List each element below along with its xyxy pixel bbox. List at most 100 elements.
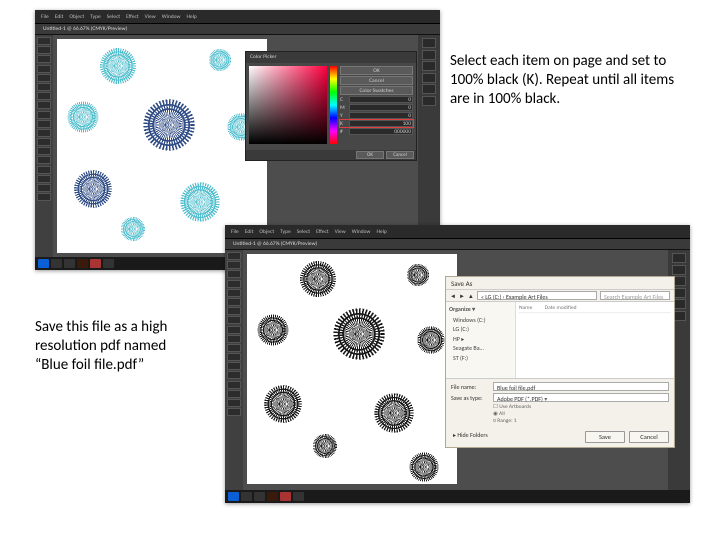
panel-icon[interactable] — [422, 38, 436, 48]
menu-item[interactable]: Window — [162, 14, 181, 20]
column-header[interactable]: Date modified — [545, 305, 577, 311]
swatches-button[interactable]: Color Swatches — [340, 86, 413, 95]
tool-icon[interactable] — [227, 371, 241, 379]
tool-icon[interactable] — [37, 193, 51, 201]
tool-icon[interactable] — [37, 65, 51, 73]
menu-item[interactable]: Type — [90, 14, 101, 20]
start-button[interactable] — [38, 259, 49, 268]
artwork-flower[interactable] — [415, 324, 447, 356]
panel-icon[interactable] — [672, 253, 686, 263]
taskbar-icon[interactable] — [90, 259, 101, 268]
start-button[interactable] — [228, 492, 239, 501]
column-header[interactable]: Name — [519, 305, 532, 311]
search-input[interactable]: Search Example Art Files — [600, 291, 670, 300]
tool-icon[interactable] — [37, 101, 51, 109]
document-tab[interactable]: Untitled-1 @ 66.67% (CMYK/Preview) — [35, 24, 440, 35]
taskbar-icon[interactable] — [254, 492, 265, 501]
tool-icon[interactable] — [37, 83, 51, 91]
sidebar-header[interactable]: Organize ▾ — [449, 305, 512, 313]
panel-icon[interactable] — [422, 96, 436, 106]
artwork-flower[interactable] — [139, 95, 199, 155]
filetype-select[interactable]: Adobe PDF (*.PDF) — [493, 393, 669, 402]
fwd-icon[interactable]: ► — [459, 292, 465, 300]
color-field[interactable] — [249, 66, 327, 144]
up-icon[interactable]: ▲ — [468, 292, 474, 300]
cancel-button[interactable]: Cancel — [386, 151, 414, 159]
y-field[interactable]: 0 — [349, 112, 413, 119]
sidebar-item[interactable]: LG (C:) — [449, 325, 512, 333]
menu-item[interactable]: Edit — [55, 14, 64, 20]
ok-button[interactable]: OK — [340, 66, 413, 75]
menu-item[interactable]: View — [145, 14, 156, 20]
option-all[interactable]: ◉ All — [493, 411, 669, 418]
file-list[interactable]: Name Date modified — [516, 302, 674, 378]
k-field[interactable]: 100 — [349, 120, 413, 127]
menu-item[interactable]: Effect — [126, 14, 139, 20]
menu-item[interactable]: File — [231, 229, 239, 235]
tool-icon[interactable] — [227, 280, 241, 288]
menu-item[interactable]: Select — [297, 229, 310, 235]
option-use-artboards[interactable]: ☐ Use Artboards — [493, 404, 669, 411]
artwork-flower[interactable] — [297, 258, 339, 300]
menu-item[interactable]: Type — [280, 229, 291, 235]
cancel-button[interactable]: Cancel — [340, 76, 413, 85]
tool-icon[interactable] — [227, 362, 241, 370]
tool-icon[interactable] — [37, 111, 51, 119]
tool-icon[interactable] — [227, 390, 241, 398]
tool-icon[interactable] — [37, 55, 51, 63]
panel-icon[interactable] — [422, 73, 436, 83]
option-range[interactable]: ○ Range: 1 — [493, 418, 669, 425]
tool-icon[interactable] — [37, 74, 51, 82]
menu-item[interactable]: Object — [69, 14, 84, 20]
tool-icon[interactable] — [227, 335, 241, 343]
tool-icon[interactable] — [37, 175, 51, 183]
path-field[interactable]: « LG (C:) › Example Art Files — [477, 291, 597, 300]
back-icon[interactable]: ◄ — [450, 292, 456, 300]
hue-slider[interactable] — [330, 66, 337, 144]
menu-item[interactable]: Help — [376, 229, 386, 235]
menu-item[interactable]: File — [41, 14, 49, 20]
tool-icon[interactable] — [37, 129, 51, 137]
tool-icon[interactable] — [227, 408, 241, 416]
artwork-flower[interactable] — [119, 215, 147, 243]
artwork-flower[interactable] — [371, 390, 417, 436]
cancel-button[interactable]: Cancel — [629, 431, 669, 443]
panel-icon[interactable] — [672, 265, 686, 275]
document-tab[interactable]: Untitled-1 @ 66.67% (CMYK/Preview) — [225, 239, 690, 250]
taskbar-icon[interactable] — [51, 259, 62, 268]
artwork-flower[interactable] — [207, 47, 233, 73]
artwork-flower[interactable] — [405, 262, 431, 288]
artwork-flower[interactable] — [261, 382, 305, 426]
sidebar-item[interactable]: HP ▸ — [449, 335, 512, 343]
save-button[interactable]: Save — [585, 431, 625, 443]
taskbar-icon[interactable] — [64, 259, 75, 268]
m-field[interactable]: 0 — [349, 104, 413, 111]
artwork-flower[interactable] — [255, 312, 291, 348]
artwork-flower[interactable] — [65, 99, 101, 135]
artwork-flower[interactable] — [97, 45, 139, 87]
taskbar-icon[interactable] — [241, 492, 252, 501]
tool-icon[interactable] — [37, 166, 51, 174]
ok-button[interactable]: OK — [356, 151, 384, 159]
taskbar-icon[interactable] — [293, 492, 304, 501]
tool-icon[interactable] — [227, 289, 241, 297]
tool-icon[interactable] — [37, 37, 51, 45]
artwork-flower[interactable] — [71, 167, 115, 211]
tool-icon[interactable] — [37, 46, 51, 54]
tool-icon[interactable] — [227, 381, 241, 389]
tool-icon[interactable] — [227, 270, 241, 278]
menu-item[interactable]: Select — [107, 14, 120, 20]
tool-icon[interactable] — [227, 252, 241, 260]
taskbar-icon[interactable] — [280, 492, 291, 501]
menu-item[interactable]: Object — [259, 229, 274, 235]
tool-icon[interactable] — [37, 184, 51, 192]
tool-icon[interactable] — [37, 147, 51, 155]
filename-input[interactable]: Blue foil file.pdf — [493, 382, 669, 391]
taskbar-icon[interactable] — [103, 259, 114, 268]
panel-icon[interactable] — [422, 50, 436, 60]
tool-icon[interactable] — [37, 156, 51, 164]
tool-icon[interactable] — [37, 92, 51, 100]
tool-icon[interactable] — [227, 298, 241, 306]
artwork-flower[interactable] — [177, 179, 223, 225]
tool-icon[interactable] — [37, 120, 51, 128]
